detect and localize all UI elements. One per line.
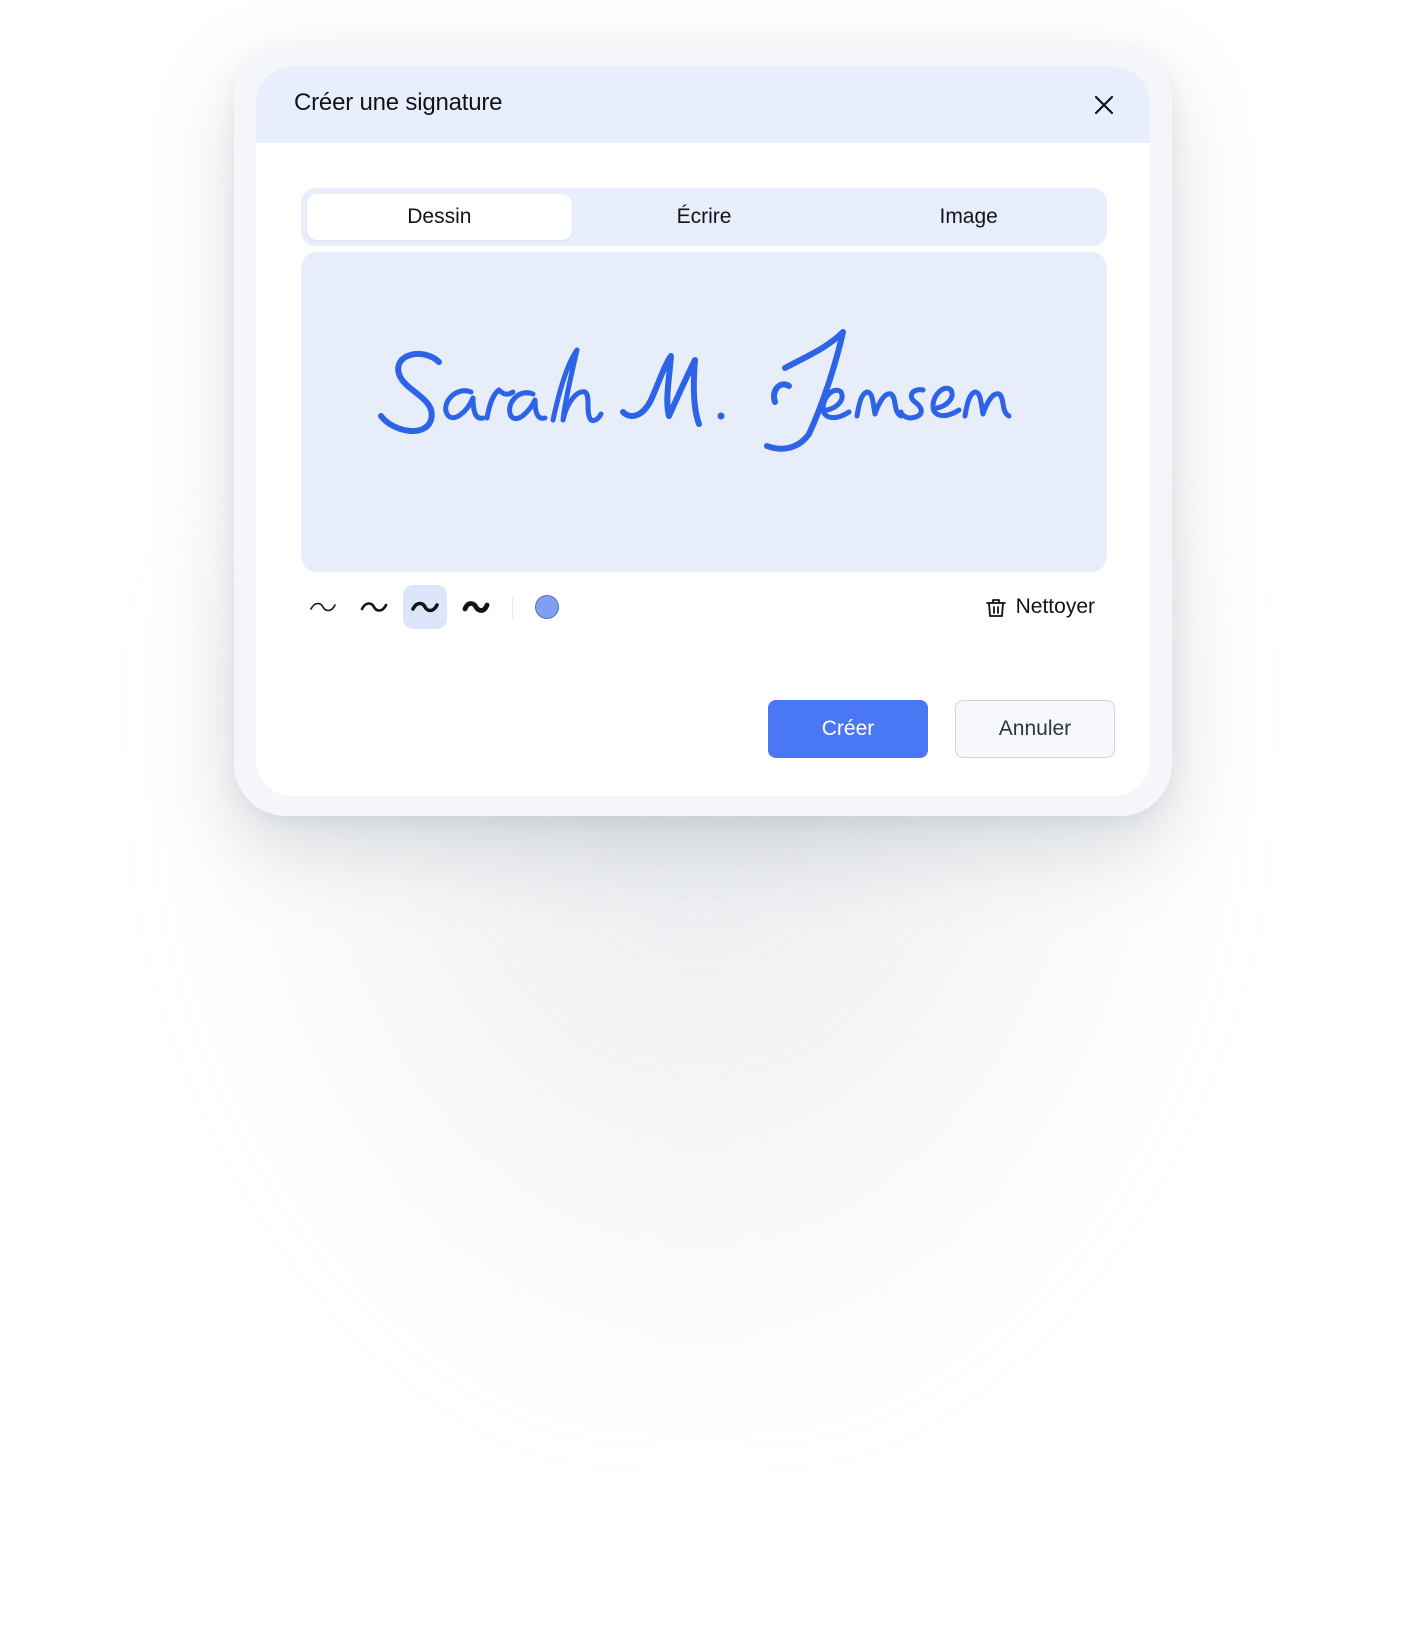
stroke-width-thin-button[interactable] (301, 585, 345, 629)
extra-thick-stroke-icon (462, 601, 490, 613)
tab-image[interactable]: Image (836, 194, 1101, 240)
signature-stroke-e (820, 387, 852, 420)
cancel-button[interactable]: Annuler (955, 700, 1115, 758)
signature-stroke-m (620, 353, 702, 427)
trash-icon (985, 599, 1006, 617)
thin-stroke-icon (310, 602, 336, 612)
create-button[interactable]: Créer (768, 700, 928, 758)
signature-stroke-a1 (443, 388, 486, 421)
tab-ecrire[interactable]: Écrire (572, 194, 837, 240)
signature-stroke-e2 (930, 385, 962, 418)
signature-stroke-s (378, 351, 442, 434)
medium-stroke-icon (360, 602, 388, 612)
signature-stroke-s2 (898, 387, 926, 421)
ink-color-swatch[interactable] (535, 595, 559, 619)
signature-stroke-h (550, 347, 604, 423)
stroke-width-thick-button[interactable] (403, 585, 447, 629)
close-button[interactable] (1086, 87, 1122, 123)
signature-stroke-a2 (507, 390, 548, 422)
mode-tabs: Dessin Écrire Image (301, 188, 1107, 246)
close-icon (1094, 95, 1114, 115)
stroke-width-extra-thick-button[interactable] (454, 585, 498, 629)
clear-label: Nettoyer (1015, 595, 1095, 618)
dialog-title: Créer une signature (294, 89, 503, 116)
toolbar-divider (512, 597, 513, 619)
signature-canvas[interactable] (301, 252, 1107, 572)
clear-button[interactable]: Nettoyer (972, 589, 1107, 625)
signature-drawing (378, 329, 1012, 452)
dialog-header: Créer une signature (256, 67, 1150, 143)
signature-stroke-n2 (962, 389, 1012, 419)
signature-dot (717, 412, 725, 420)
tab-dessin[interactable]: Dessin (307, 194, 572, 240)
thick-stroke-icon (411, 601, 439, 613)
drawing-toolbar: Nettoyer (301, 585, 1107, 631)
page: Créer une signature Dessin Écrire Image (0, 0, 1406, 1633)
stroke-width-medium-button[interactable] (352, 585, 396, 629)
signature-stroke-n1 (854, 389, 904, 419)
signature-dialog: Créer une signature Dessin Écrire Image (256, 67, 1150, 796)
